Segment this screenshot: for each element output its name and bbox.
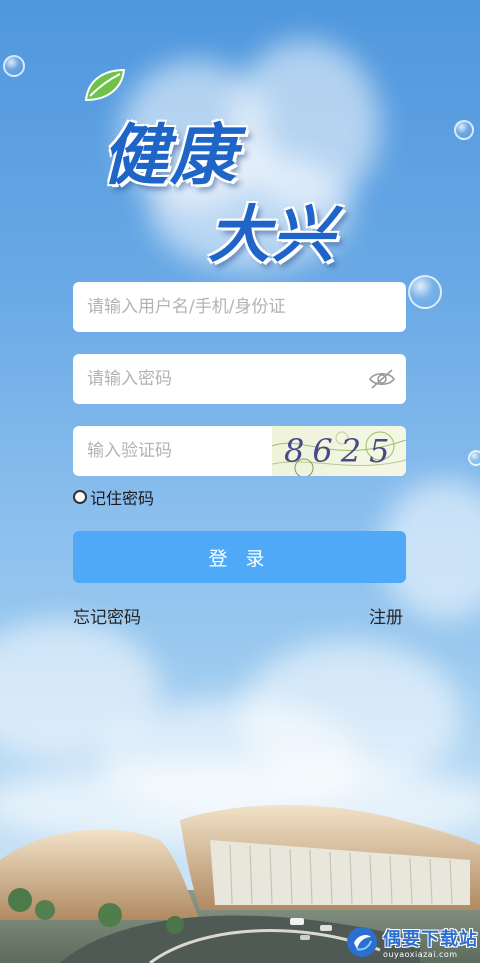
remember-password-label: 记住密码 [90, 489, 155, 508]
bubble-decoration [468, 450, 480, 466]
watermark-subtitle: ouyaoxiazai.com [383, 950, 458, 959]
app-logo: 健康 大兴 [80, 62, 380, 272]
captcha-input[interactable] [87, 426, 267, 476]
bubble-decoration [408, 275, 442, 309]
forgot-password-link[interactable]: 忘记密码 [73, 603, 141, 628]
password-input[interactable] [87, 354, 347, 404]
username-field [73, 282, 406, 332]
captcha-field: 8625 [73, 426, 406, 476]
watermark-logo-icon [347, 927, 377, 957]
checkbox-icon[interactable] [73, 490, 87, 504]
logo-text-line2: 大兴 [208, 198, 337, 271]
remember-password-toggle[interactable]: 记住密码 [73, 486, 154, 508]
bubble-decoration [3, 55, 25, 77]
eye-hidden-icon[interactable] [368, 368, 396, 390]
login-button[interactable]: 登 录 [73, 531, 406, 583]
watermark: 偶要下载站 ouyaoxiazai.com [345, 925, 478, 959]
captcha-code: 8625 [284, 432, 398, 470]
register-link[interactable]: 注册 [369, 603, 403, 628]
bubble-decoration [454, 120, 474, 140]
username-input[interactable] [87, 282, 347, 332]
watermark-title: 偶要下载站 [383, 929, 478, 950]
password-field [73, 354, 406, 404]
captcha-image[interactable]: 8625 [272, 426, 406, 476]
leaf-icon [84, 68, 126, 102]
